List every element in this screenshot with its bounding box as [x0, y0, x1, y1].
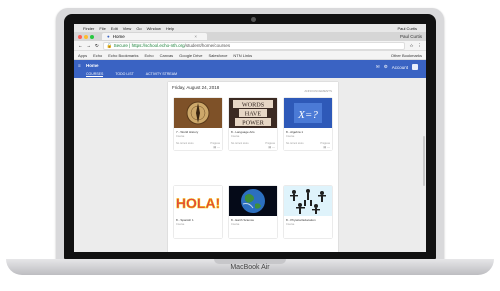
account-label[interactable]: Account [392, 65, 408, 70]
course-meta: Course [176, 135, 185, 138]
url-field[interactable]: 🔒 Secure | https://school.echo-nth.org/s… [102, 41, 406, 50]
bookmark-item[interactable]: Canvas [160, 53, 174, 58]
account-area: ✉ ⚙ Account [376, 64, 418, 70]
forward-icon[interactable]: → [87, 43, 92, 48]
os-status-user[interactable]: Paul Curtis [397, 26, 417, 31]
course-actions-icon[interactable]: ▤ ⋯ [268, 145, 275, 149]
screen: Finder File Edit View Go Window Help Pau… [74, 24, 426, 252]
course-title[interactable]: 8 - Physical Education [286, 218, 316, 222]
course-status: No current score [176, 142, 194, 145]
bookmark-item[interactable]: Salesforce [209, 53, 228, 58]
course-meta: Course [231, 223, 240, 226]
page-title: Home [86, 63, 99, 68]
app-header: ≡ Home COURSES TODO LIST ACTIVITY STREAM… [74, 60, 426, 80]
course-meta: Course [286, 135, 295, 138]
url-host: https://school.echo-nth.org [131, 42, 185, 48]
course-card[interactable]: X=? 8 - Algebra 1 Course No current scor… [284, 98, 332, 150]
os-menu-item[interactable]: View [123, 26, 132, 31]
bookmark-item[interactable]: Google Drive [179, 53, 202, 58]
lock-icon: 🔒 [106, 42, 113, 48]
address-bar: ← → ↻ 🔒 Secure | https://school.echo-nth… [74, 41, 426, 51]
os-menu-item[interactable]: File [99, 26, 105, 31]
tab-activity-stream[interactable]: ACTIVITY STREAM [146, 72, 177, 77]
physical-education-image [284, 186, 332, 216]
hamburger-menu-icon[interactable]: ≡ [78, 63, 81, 68]
window-controls [78, 34, 94, 39]
course-title[interactable]: 8 - Algebra 1 [286, 130, 303, 134]
bookmark-item[interactable]: Echo [93, 53, 102, 58]
star-icon[interactable]: ☆ [409, 43, 413, 49]
course-title[interactable]: 8 - Spanish 1 [176, 218, 194, 222]
browser-tabbar: ● Home × Paul Curtis [74, 32, 426, 41]
courses-panel: Friday, August 24, 2018 ANNOUNCEMENTS 7 … [168, 82, 338, 252]
browser-menu-icon[interactable]: ⋮ [418, 43, 423, 49]
device-brand-label: MacBook Air [230, 264, 270, 271]
course-status: No current score [231, 142, 249, 145]
os-menu-item[interactable]: Help [166, 26, 174, 31]
course-status: No current score [286, 142, 304, 145]
avatar[interactable] [412, 64, 418, 70]
hola-text: HOLA! [176, 195, 220, 211]
course-actions-icon[interactable]: ▤ ⋯ [323, 145, 330, 149]
back-icon[interactable]: ← [78, 43, 83, 48]
browser-profile[interactable]: Paul Curtis [400, 34, 422, 39]
words-have-power-image: WORDS HAVE POWER [229, 98, 277, 128]
bookmark-item[interactable]: Apps [78, 53, 87, 58]
date-heading: Friday, August 24, 2018 [172, 85, 220, 90]
algebra-text: X=? [297, 109, 318, 121]
algebra-image: X=? [284, 98, 332, 128]
bookmarks-bar: Apps Echo Echo Bookmarks Echo Canvas Goo… [74, 51, 426, 60]
other-bookmarks[interactable]: Other Bookmarks [391, 53, 422, 58]
announcements-link[interactable]: ANNOUNCEMENTS [304, 89, 332, 93]
main-content: Friday, August 24, 2018 ANNOUNCEMENTS 7 … [74, 78, 426, 252]
notifications-icon[interactable]: ✉ [376, 64, 380, 70]
course-actions-icon[interactable]: ▤ ⋯ [213, 145, 220, 149]
url-path: /student/home/courses [184, 42, 231, 48]
os-menu-item[interactable]: Finder [83, 26, 94, 31]
settings-icon[interactable]: ⚙ [384, 64, 388, 70]
url-secure-label: Secure [113, 42, 128, 48]
course-title[interactable]: 8 - Language Arts [231, 130, 255, 134]
course-title[interactable]: 7 - World History [176, 130, 198, 134]
course-card[interactable]: 8 - Physical Education Course [284, 186, 332, 238]
compass-icon [174, 98, 222, 128]
hola-image: HOLA! [174, 186, 222, 216]
course-card[interactable]: HOLA! 8 - Spanish 1 Course [174, 186, 222, 238]
os-menu-item[interactable]: Go [136, 26, 141, 31]
bookmark-item[interactable]: Echo Bookmarks [108, 53, 138, 58]
os-menu-item[interactable]: Edit [111, 26, 118, 31]
os-menu-item[interactable]: Window [147, 26, 161, 31]
course-title[interactable]: 8 - Earth Science [231, 218, 254, 222]
os-menubar: Finder File Edit View Go Window Help Pau… [74, 24, 426, 32]
course-meta: Course [231, 135, 240, 138]
tab-todo-list[interactable]: TODO LIST [115, 72, 133, 77]
earth-image [229, 186, 277, 216]
app-nav-tabs: COURSES TODO LIST ACTIVITY STREAM [86, 72, 177, 77]
close-window-icon[interactable] [78, 34, 82, 39]
bookmark-item[interactable]: Echo [144, 53, 153, 58]
browser-tab[interactable]: ● Home × [102, 33, 207, 40]
course-card[interactable]: 8 - Earth Science Course [229, 186, 277, 238]
power-text: POWER [242, 119, 265, 126]
tab-title: Home [112, 34, 125, 39]
course-meta: Course [286, 223, 295, 226]
course-card[interactable]: WORDS HAVE POWER 8 - Language Arts Cours… [229, 98, 277, 150]
camera-icon [251, 17, 256, 22]
tab-close-icon[interactable]: × [194, 34, 197, 39]
words-text: WORDS [242, 101, 265, 108]
bookmark-item[interactable]: NTN Links [233, 53, 252, 58]
reload-icon[interactable]: ↻ [95, 43, 99, 49]
tab-favicon-icon: ● [107, 34, 110, 39]
minimize-window-icon[interactable] [84, 34, 88, 39]
maximize-window-icon[interactable] [90, 34, 94, 39]
scrollbar[interactable] [423, 136, 425, 186]
tab-courses[interactable]: COURSES [86, 72, 104, 77]
course-meta: Course [176, 223, 185, 226]
have-text: HAVE [245, 110, 262, 117]
course-card[interactable]: 7 - World History Course No current scor… [174, 98, 222, 150]
